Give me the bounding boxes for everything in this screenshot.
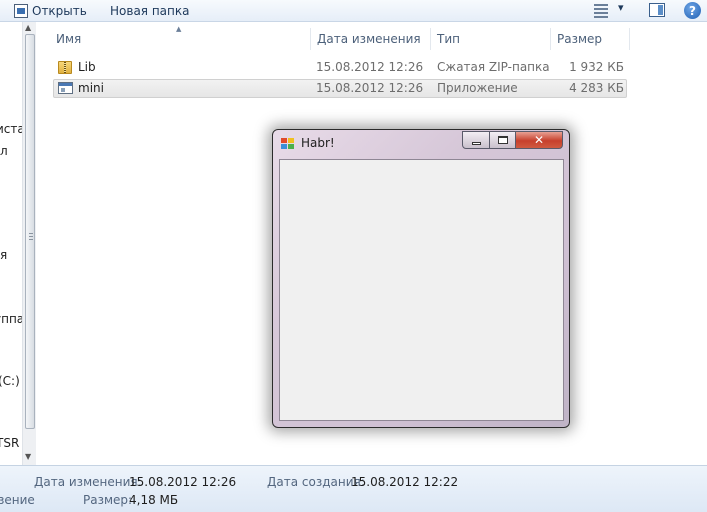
command-bar: Открыть Новая папка ▾ ? — [0, 0, 707, 22]
window-client-area[interactable] — [279, 159, 564, 421]
details-pane: Дата изменения: 15.08.2012 12:26 Дата со… — [0, 465, 707, 512]
nav-item-2[interactable]: л — [0, 144, 8, 158]
column-headers: Имя Дата изменения Тип Размер — [50, 28, 630, 50]
file-name: mini — [78, 81, 104, 95]
chevron-down-icon[interactable]: ▾ — [618, 1, 624, 19]
sort-ascending-icon: ▲ — [176, 25, 182, 33]
header-modified[interactable]: Дата изменения — [311, 28, 431, 50]
caption-buttons: ✕ — [462, 131, 565, 150]
file-size: 4 283 КБ — [569, 81, 624, 95]
close-icon: ✕ — [533, 133, 545, 147]
nav-item-1[interactable]: иста — [0, 122, 22, 136]
window-title: Habr! — [301, 136, 335, 150]
file-size: 1 932 КБ — [569, 60, 624, 74]
minimize-icon — [471, 141, 481, 145]
maximize-icon — [497, 136, 508, 144]
application-icon — [58, 82, 73, 94]
preview-pane-icon[interactable] — [649, 3, 665, 17]
file-modified: 15.08.2012 12:26 — [316, 60, 424, 74]
partial-label: зение — [0, 493, 35, 507]
file-type: Приложение — [437, 81, 518, 95]
close-button[interactable]: ✕ — [515, 131, 563, 149]
modified-label: Дата изменения: — [34, 475, 142, 489]
grip-icon — [29, 233, 33, 241]
open-label: Открыть — [32, 4, 87, 18]
nav-scrollbar[interactable]: ▲ ▼ — [22, 22, 36, 465]
minimize-button[interactable] — [462, 131, 490, 149]
header-type[interactable]: Тип — [431, 28, 551, 50]
help-icon[interactable]: ? — [684, 2, 701, 19]
created-value: 15.08.2012 12:22 — [351, 475, 459, 489]
file-row[interactable]: mini 15.08.2012 12:26 Приложение 4 283 К… — [53, 79, 627, 98]
new-folder-label: Новая папка — [110, 4, 190, 18]
app-window[interactable]: Habr! ✕ — [272, 129, 570, 428]
file-name: Lib — [78, 60, 96, 74]
scroll-down-icon[interactable]: ▼ — [25, 452, 31, 461]
maximize-button[interactable] — [489, 131, 516, 149]
window-icon — [281, 138, 295, 150]
file-row[interactable]: Lib 15.08.2012 12:26 Сжатая ZIP-папка 1 … — [53, 58, 627, 77]
views-icon[interactable] — [594, 4, 608, 18]
header-size[interactable]: Размер — [551, 28, 630, 50]
open-button[interactable]: Открыть — [14, 3, 87, 19]
zip-folder-icon — [58, 61, 72, 74]
nav-item-drive-c[interactable]: (C:) — [0, 374, 20, 388]
nav-item-6[interactable]: TSR — [0, 436, 19, 450]
scroll-up-icon[interactable]: ▲ — [25, 23, 31, 32]
scrollbar-thumb[interactable] — [25, 34, 35, 429]
file-modified: 15.08.2012 12:26 — [316, 81, 424, 95]
size-label: Размер: — [83, 493, 133, 507]
file-type: Сжатая ZIP-папка — [437, 60, 550, 74]
nav-item-4[interactable]: уппа — [0, 312, 22, 326]
size-value: 4,18 МБ — [129, 493, 179, 507]
open-icon — [14, 4, 28, 18]
modified-value: 15.08.2012 12:26 — [129, 475, 237, 489]
navigation-pane: иста л я уппа (C:) TSR — [0, 22, 22, 465]
nav-item-3[interactable]: я — [0, 248, 7, 262]
new-folder-button[interactable]: Новая папка — [110, 3, 189, 19]
